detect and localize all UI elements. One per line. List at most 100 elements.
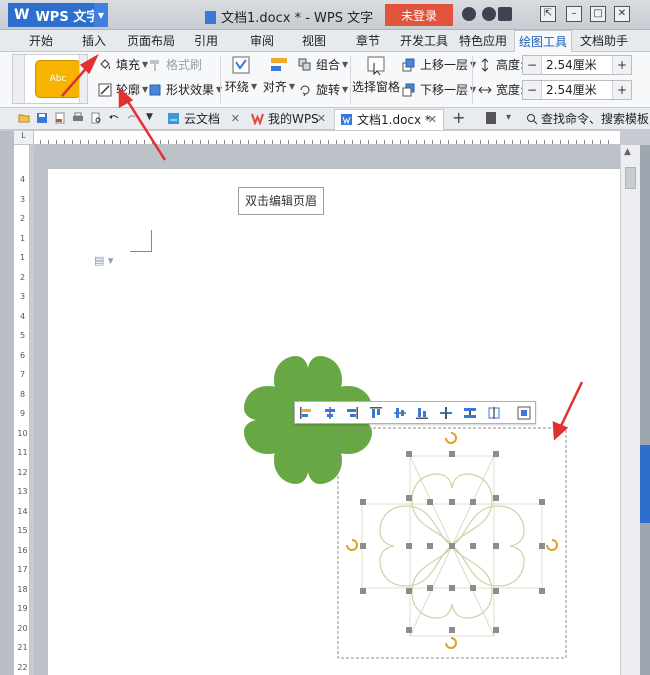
group-icon bbox=[298, 58, 311, 71]
gallery-scroll-right[interactable] bbox=[79, 55, 87, 103]
app-menu-button[interactable]: W WPS 文字 ▼ bbox=[8, 3, 108, 27]
tab-my-wps[interactable]: 我的WPS ✕ bbox=[246, 109, 332, 130]
tab-doc-assistant[interactable]: 文档助手 bbox=[576, 30, 632, 52]
horizontal-ruler[interactable] bbox=[34, 131, 620, 145]
close-tab-icon[interactable]: ✕ bbox=[317, 109, 326, 129]
gallery-scroll-left[interactable] bbox=[13, 55, 25, 103]
shape-style-gallery[interactable]: Abc bbox=[12, 54, 88, 104]
vertical-ruler-number: 5 bbox=[19, 331, 26, 340]
vertical-scrollbar[interactable]: ▲ bbox=[620, 145, 640, 675]
align-top-icon[interactable] bbox=[369, 406, 383, 420]
tab-page-layout[interactable]: 页面布局 bbox=[124, 30, 178, 52]
align-bottom-icon[interactable] bbox=[415, 406, 429, 420]
feedback-icon[interactable] bbox=[482, 7, 496, 21]
horizontal-ruler-tick bbox=[96, 140, 97, 144]
height-increase-button[interactable]: + bbox=[613, 56, 631, 74]
close-icon[interactable]: ✕ bbox=[614, 6, 630, 22]
align-grid-icon[interactable] bbox=[517, 406, 531, 420]
rotate-button[interactable]: 旋转 ▼ bbox=[298, 81, 348, 99]
send-backward-button[interactable]: 下移一层 ▼ bbox=[402, 81, 476, 99]
quick-access-dropdown-icon[interactable]: ▼ bbox=[146, 112, 153, 122]
shape-style-swatch[interactable]: Abc bbox=[35, 60, 81, 98]
redo-icon[interactable] bbox=[126, 112, 138, 124]
new-tab-icon[interactable]: + bbox=[452, 108, 465, 127]
selection-pane-button[interactable]: 选择窗格 bbox=[352, 54, 400, 106]
height-decrease-button[interactable]: − bbox=[523, 56, 541, 74]
distribute-horizontal-icon[interactable] bbox=[439, 406, 453, 420]
side-panel-toggle[interactable] bbox=[640, 445, 650, 523]
login-button[interactable]: 未登录 bbox=[385, 4, 453, 26]
tab-special[interactable]: 特色应用 bbox=[456, 30, 510, 52]
bring-forward-button[interactable]: 上移一层 ▼ bbox=[402, 56, 476, 74]
tab-cloud-docs[interactable]: 云文档 ✕ bbox=[162, 109, 246, 130]
tab-review[interactable]: 审阅 bbox=[244, 30, 280, 52]
vertical-ruler-number: 12 bbox=[17, 467, 28, 477]
open-folder-icon[interactable] bbox=[18, 112, 30, 124]
group-button[interactable]: 组合 ▼ bbox=[298, 56, 348, 74]
wrap-text-button[interactable]: 环绕 ▼ bbox=[225, 54, 257, 106]
print-icon[interactable] bbox=[72, 112, 84, 124]
tab-menu-icon[interactable]: ▾ bbox=[506, 112, 511, 123]
width-stepper[interactable]: − 2.54厘米 + bbox=[522, 80, 632, 100]
width-decrease-button[interactable]: − bbox=[523, 81, 541, 99]
horizontal-ruler-tick bbox=[296, 140, 297, 144]
skin-icon[interactable] bbox=[462, 7, 476, 21]
fill-button[interactable]: 填充 ▼ bbox=[98, 56, 148, 74]
paste-options-icon[interactable]: ▤ ▾ bbox=[94, 254, 113, 267]
bring-forward-icon bbox=[402, 58, 415, 72]
fill-bucket-icon bbox=[100, 59, 110, 70]
vertical-ruler-number: 17 bbox=[17, 565, 28, 574]
tab-developer[interactable]: 开发工具 bbox=[397, 30, 451, 52]
tab-home[interactable]: 开始 bbox=[20, 30, 62, 52]
vertical-ruler-number: 13 bbox=[17, 487, 28, 496]
align-button[interactable]: 对齐 ▼ bbox=[262, 54, 296, 106]
command-search-input[interactable]: 查找命令、搜索模板 bbox=[525, 109, 649, 129]
maximize-icon[interactable]: □ bbox=[590, 6, 606, 22]
tab-references[interactable]: 引用 bbox=[188, 30, 224, 52]
minimize-icon[interactable]: – bbox=[566, 6, 582, 22]
tab-view[interactable]: 视图 bbox=[296, 30, 332, 52]
distribute-vertical-icon[interactable] bbox=[463, 406, 477, 420]
horizontal-ruler-tick bbox=[384, 140, 385, 144]
shape-effect-button[interactable]: 形状效果▼ bbox=[148, 81, 222, 99]
align-middle-icon[interactable] bbox=[393, 406, 407, 420]
scroll-up-icon[interactable]: ▲ bbox=[624, 147, 631, 157]
horizontal-ruler-tick bbox=[160, 140, 161, 144]
outline-button[interactable]: 轮廓 ▼ bbox=[98, 81, 148, 99]
export-pdf-icon[interactable] bbox=[54, 112, 66, 124]
align-left-icon[interactable] bbox=[299, 406, 313, 420]
tab-document1[interactable]: 文档1.docx * ✕ bbox=[334, 109, 444, 130]
close-tab-icon[interactable]: ✕ bbox=[428, 110, 437, 130]
tab-insert[interactable]: 插入 bbox=[74, 30, 114, 52]
format-painter-button[interactable]: 格式刷 bbox=[148, 56, 202, 74]
align-page-icon[interactable] bbox=[487, 406, 501, 420]
horizontal-ruler-tick bbox=[400, 140, 401, 144]
ruler-corner-tab-selector[interactable]: L bbox=[14, 131, 34, 145]
vertical-ruler[interactable]: 4321123456789101112131415161718192021222… bbox=[14, 145, 30, 675]
height-stepper[interactable]: − 2.54厘米 + bbox=[522, 55, 632, 75]
pin-icon[interactable] bbox=[486, 112, 496, 124]
width-value-input[interactable]: 2.54厘米 bbox=[541, 81, 613, 99]
restore-layout-icon[interactable]: ⇱ bbox=[540, 6, 556, 22]
horizontal-ruler-tick bbox=[464, 140, 465, 144]
horizontal-ruler-tick bbox=[224, 140, 225, 144]
save-icon[interactable] bbox=[36, 112, 48, 124]
align-center-icon[interactable] bbox=[323, 406, 337, 420]
undo-icon[interactable] bbox=[108, 112, 120, 124]
cloud-sync-icon[interactable] bbox=[498, 7, 512, 21]
tab-chapter[interactable]: 章节 bbox=[350, 30, 386, 52]
print-preview-icon[interactable] bbox=[90, 112, 102, 124]
scrollbar-thumb[interactable] bbox=[625, 167, 636, 189]
height-value-input[interactable]: 2.54厘米 bbox=[541, 56, 613, 74]
app-menu-dropdown-icon[interactable]: ▼ bbox=[94, 3, 108, 27]
edit-header-hint[interactable]: 双击编辑页眉 bbox=[238, 187, 324, 215]
align-right-icon[interactable] bbox=[345, 406, 359, 420]
tab-drawing-tools[interactable]: 绘图工具 bbox=[514, 30, 572, 53]
horizontal-ruler-tick bbox=[408, 140, 409, 144]
vertical-ruler-number: 14 bbox=[17, 506, 28, 516]
vertical-ruler-number: 10 bbox=[17, 428, 28, 438]
close-tab-icon[interactable]: ✕ bbox=[231, 109, 240, 129]
horizontal-ruler-tick bbox=[488, 140, 489, 144]
horizontal-ruler-tick bbox=[560, 140, 561, 144]
width-increase-button[interactable]: + bbox=[613, 81, 631, 99]
